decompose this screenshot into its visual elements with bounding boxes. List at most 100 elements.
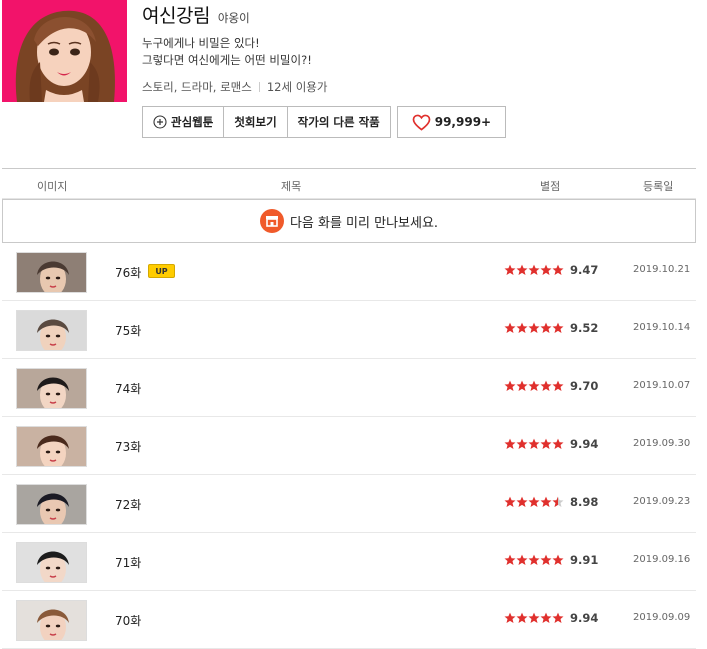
star-rating [504,438,564,450]
episode-score: 9.52 [570,321,599,335]
star-rating [504,496,564,508]
other-works-button[interactable]: 작가의 다른 작품 [286,106,391,138]
table-header: 이미지 제목 별점 등록일 [2,168,696,199]
preview-notice-banner[interactable]: 다음 화를 미리 만나보세요. [2,199,696,243]
star-icon [528,322,540,333]
episode-thumbnail[interactable] [16,484,87,525]
episode-row[interactable]: 70화 9.94 2019.09.09 [2,591,696,649]
episode-score: 9.94 [570,611,599,625]
episode-row[interactable]: 74화 9.70 2019.10.07 [2,359,696,417]
star-icon [540,264,552,275]
star-icon [552,612,564,623]
star-icon [552,554,564,565]
episode-score: 9.94 [570,437,599,451]
star-rating [504,322,564,334]
episode-thumbnail[interactable] [16,542,87,583]
star-rating [504,264,564,276]
star-icon [516,322,528,333]
genre-info: 스토리, 드라마, 로맨스 12세 이용가 [142,79,327,95]
star-rating [504,612,564,624]
thumbnail-illustration [17,311,86,350]
episode-list: 이미지 제목 별점 등록일 다음 화를 미리 만나보세요. 76화 UP 9.47 2… [2,168,696,649]
episode-date: 2019.10.14 [633,322,691,333]
episode-title[interactable]: 71화 [115,554,141,571]
thumbnail-illustration [17,601,86,640]
star-icon [552,496,564,507]
episode-title[interactable]: 73화 [115,438,141,455]
star-icon [504,380,516,391]
star-icon [528,554,540,565]
star-icon [540,554,552,565]
episode-row[interactable]: 72화 8.98 2019.09.23 [2,475,696,533]
episode-date: 2019.09.16 [633,554,691,565]
action-buttons: 관심웹툰 첫회보기 작가의 다른 작품 99,999+ [142,106,507,138]
star-icon [504,322,516,333]
header-title: 제목 [281,180,302,193]
interest-webtoon-button[interactable]: 관심웹툰 [142,106,225,138]
heart-icon [412,114,431,131]
episode-thumbnail[interactable] [16,252,87,293]
genre-list: 스토리, 드라마, 로맨스 [142,80,252,94]
star-icon [528,264,540,275]
star-icon [504,496,516,507]
star-icon [528,612,540,623]
star-icon [516,264,528,275]
thumbnail-illustration [17,253,86,292]
title-row: 여신강림 야옹이 [142,1,250,28]
up-badge: UP [148,264,175,278]
age-rating: 12세 이용가 [266,80,328,94]
episode-score: 8.98 [570,495,599,509]
author-name[interactable]: 야옹이 [218,10,250,26]
first-episode-button[interactable]: 첫회보기 [223,106,288,138]
episode-score: 9.91 [570,553,599,567]
episode-date: 2019.10.07 [633,380,691,391]
star-icon [516,554,528,565]
episode-score: 9.70 [570,379,599,393]
star-rating [504,380,564,392]
star-icon [516,380,528,391]
star-icon [540,380,552,391]
interest-button-label: 관심웹툰 [171,115,214,129]
star-icon [528,438,540,449]
episode-title[interactable]: 74화 [115,380,141,397]
star-icon [516,612,528,623]
episode-date: 2019.09.30 [633,438,691,449]
episode-thumbnail[interactable] [16,600,87,641]
episode-row[interactable]: 76화 UP 9.47 2019.10.21 [2,243,696,301]
star-icon [540,612,552,623]
episode-thumbnail[interactable] [16,310,87,351]
thumbnail-illustration [17,543,86,582]
episode-title[interactable]: 75화 [115,322,141,339]
star-icon [552,322,564,333]
star-icon [516,438,528,449]
episode-title[interactable]: 72화 [115,496,141,513]
star-icon [540,322,552,333]
star-rating [504,554,564,566]
notice-text: 다음 화를 미리 만나보세요. [289,215,439,231]
favorite-count: 99,999+ [434,115,492,129]
star-icon [528,380,540,391]
cover-image [2,0,127,102]
divider [258,82,260,92]
star-icon [552,380,564,391]
synopsis: 누구에게나 비밀은 있다! 그렇다면 여신에게는 어떤 비밀이?! [142,35,312,69]
synopsis-line: 누구에게나 비밀은 있다! [142,36,260,50]
episode-thumbnail[interactable] [16,426,87,467]
star-icon [540,438,552,449]
star-icon [504,554,516,565]
episode-title[interactable]: 76화 [115,264,141,281]
episode-thumbnail[interactable] [16,368,87,409]
episode-title[interactable]: 70화 [115,612,141,629]
star-icon [516,496,528,507]
cover-illustration [2,0,127,102]
star-icon [504,612,516,623]
episode-date: 2019.09.09 [633,612,691,623]
episode-row[interactable]: 73화 9.94 2019.09.30 [2,417,696,475]
thumbnail-illustration [17,485,86,524]
episode-row[interactable]: 71화 9.91 2019.09.16 [2,533,696,591]
favorite-button[interactable]: 99,999+ [396,106,507,138]
episode-date: 2019.09.23 [633,496,691,507]
episode-score: 9.47 [570,263,599,277]
episode-row[interactable]: 75화 9.52 2019.10.14 [2,301,696,359]
plus-circle-icon [153,115,167,129]
